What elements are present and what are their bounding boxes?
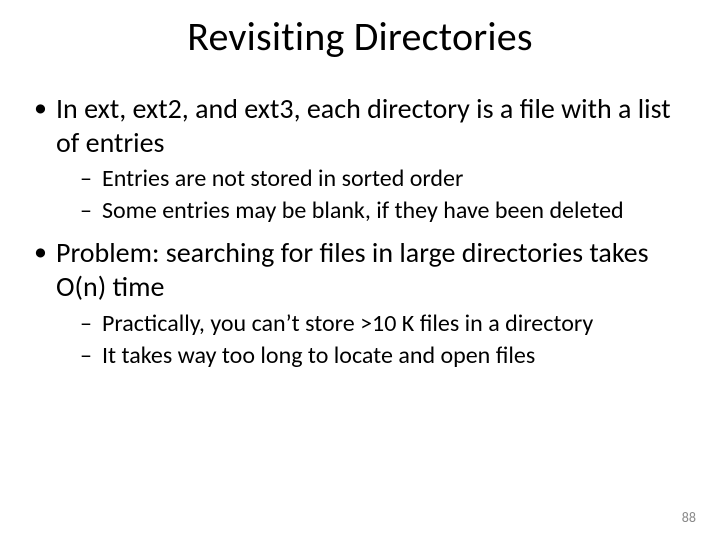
- sub-bullet-item: Practically, you can’t store >10 K files…: [56, 309, 690, 339]
- sub-bullet-list: Practically, you can’t store >10 K files…: [56, 309, 690, 371]
- slide-body: In ext, ext2, and ext3, each directory i…: [30, 92, 690, 381]
- sub-bullet-text: Entries are not stored in sorted order: [102, 164, 463, 193]
- sub-bullet-item: Some entries may be blank, if they have …: [56, 196, 690, 226]
- page-number: 88: [682, 509, 696, 526]
- sub-bullet-item: Entries are not stored in sorted order: [56, 164, 690, 194]
- slide: Revisiting Directories In ext, ext2, and…: [0, 0, 720, 540]
- bullet-list: In ext, ext2, and ext3, each directory i…: [30, 92, 690, 371]
- sub-bullet-text: Some entries may be blank, if they have …: [102, 196, 624, 225]
- slide-title: Revisiting Directories: [0, 12, 720, 61]
- sub-bullet-text: It takes way too long to locate and open…: [102, 341, 535, 370]
- bullet-item: Problem: searching for files in large di…: [30, 236, 690, 370]
- sub-bullet-text: Practically, you can’t store >10 K files…: [102, 309, 593, 338]
- sub-bullet-item: It takes way too long to locate and open…: [56, 341, 690, 371]
- bullet-text: Problem: searching for files in large di…: [56, 235, 649, 304]
- sub-bullet-list: Entries are not stored in sorted order S…: [56, 164, 690, 226]
- bullet-text: In ext, ext2, and ext3, each directory i…: [56, 91, 671, 160]
- bullet-item: In ext, ext2, and ext3, each directory i…: [30, 92, 690, 226]
